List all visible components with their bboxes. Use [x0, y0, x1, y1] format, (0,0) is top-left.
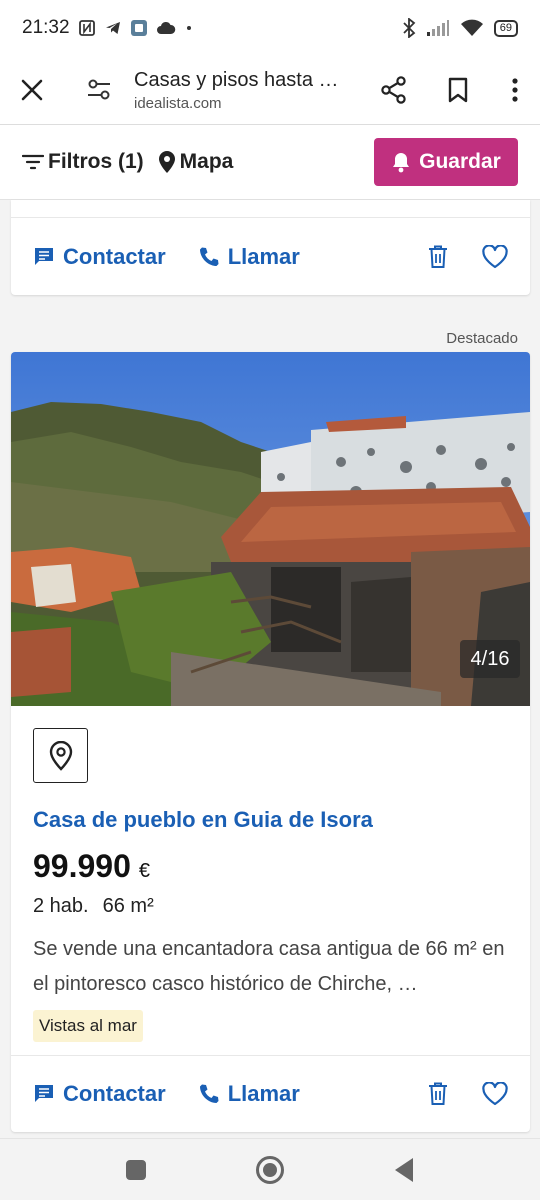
- telegram-icon: [104, 19, 122, 37]
- heart-icon[interactable]: [482, 1082, 508, 1106]
- chat-icon: [35, 248, 53, 265]
- more-options-button[interactable]: [490, 56, 540, 124]
- system-nav-bar: [0, 1138, 540, 1200]
- trash-icon[interactable]: [428, 1082, 448, 1106]
- contact-label: Contactar: [63, 244, 166, 269]
- phone-icon: [199, 1084, 219, 1103]
- battery-icon: 69: [493, 19, 518, 37]
- recents-icon: [126, 1159, 146, 1180]
- share-button[interactable]: [362, 56, 426, 124]
- map-button[interactable]: Mapa: [158, 150, 234, 174]
- filter-bar: Filtros (1) Mapa Guardar: [0, 124, 540, 200]
- location-pin-icon: [158, 151, 175, 173]
- page-title: Casas y pisos hasta …: [134, 68, 339, 91]
- bell-icon: [393, 153, 410, 173]
- wifi-icon: [460, 19, 484, 37]
- map-label: Mapa: [179, 150, 234, 173]
- call-label: Llamar: [227, 1081, 300, 1106]
- map-location-button[interactable]: [33, 728, 88, 783]
- dot-icon: [184, 23, 194, 33]
- filters-button[interactable]: Filtros (1): [22, 150, 144, 174]
- listing-card: 4/16 Casa de pueblo en Guia de Isora 99.…: [11, 352, 530, 1132]
- filters-label: Filtros (1): [48, 150, 144, 173]
- status-bar: 21:32 69: [0, 0, 540, 56]
- tab-info[interactable]: Casas y pisos hasta … idealista.com: [134, 69, 362, 112]
- recents-button[interactable]: [116, 1150, 156, 1190]
- bookmark-icon: [448, 77, 468, 103]
- listing-size: 66 m²: [102, 895, 154, 917]
- call-label: Llamar: [227, 244, 300, 269]
- back-button[interactable]: [384, 1150, 424, 1190]
- listing-title[interactable]: Casa de pueblo en Guia de Isora: [33, 807, 373, 833]
- listing-price: 99.990: [33, 848, 131, 884]
- share-icon: [381, 76, 406, 104]
- site-settings-button[interactable]: [64, 56, 134, 124]
- contact-label: Contactar: [63, 1081, 166, 1106]
- bookmark-button[interactable]: [426, 56, 490, 124]
- card-actions: Contactar Llamar: [11, 219, 530, 295]
- more-vert-icon: [512, 78, 518, 102]
- cloud-icon: [156, 20, 176, 36]
- bluetooth-icon: [402, 18, 416, 38]
- map-pin-icon: [49, 740, 72, 771]
- chat-icon: [35, 1085, 53, 1102]
- save-search-label: Guardar: [419, 150, 501, 173]
- price-currency: €: [138, 860, 150, 882]
- price-row: 99.990 €: [33, 848, 150, 885]
- feature-tag: Vistas al mar: [33, 1010, 143, 1042]
- listing-description: Se vende una encantadora casa antigua de…: [33, 938, 505, 995]
- listing-details: 2 hab. 66 m²: [33, 895, 154, 918]
- page-url: idealista.com: [134, 94, 222, 112]
- image-counter: 4/16: [460, 640, 520, 678]
- listing-card-previous: Contactar Llamar: [11, 200, 530, 295]
- close-button[interactable]: [0, 56, 64, 124]
- heart-icon[interactable]: [482, 245, 508, 269]
- listing-rooms: 2 hab.: [33, 895, 89, 917]
- app-icon: [130, 19, 148, 37]
- close-icon: [21, 79, 43, 101]
- browser-toolbar: Casas y pisos hasta … idealista.com: [0, 56, 540, 124]
- contact-button[interactable]: Contactar: [33, 1081, 166, 1107]
- featured-label: Destacado: [446, 330, 518, 347]
- home-button[interactable]: [250, 1150, 290, 1190]
- signal-icon: [426, 19, 450, 37]
- tune-icon: [88, 79, 110, 100]
- call-button[interactable]: Llamar: [198, 244, 300, 270]
- phone-icon: [199, 247, 219, 266]
- call-button[interactable]: Llamar: [198, 1081, 300, 1107]
- listing-photo[interactable]: 4/16: [11, 352, 530, 706]
- trash-icon[interactable]: [428, 245, 448, 269]
- nfc-icon: [78, 19, 96, 37]
- card-actions: Contactar Llamar: [11, 1056, 530, 1132]
- back-icon: [395, 1157, 413, 1182]
- filter-icon: [22, 154, 44, 170]
- home-icon: [256, 1155, 284, 1184]
- save-search-button[interactable]: Guardar: [374, 138, 518, 186]
- status-time: 21:32: [22, 17, 70, 38]
- contact-button[interactable]: Contactar: [33, 244, 166, 270]
